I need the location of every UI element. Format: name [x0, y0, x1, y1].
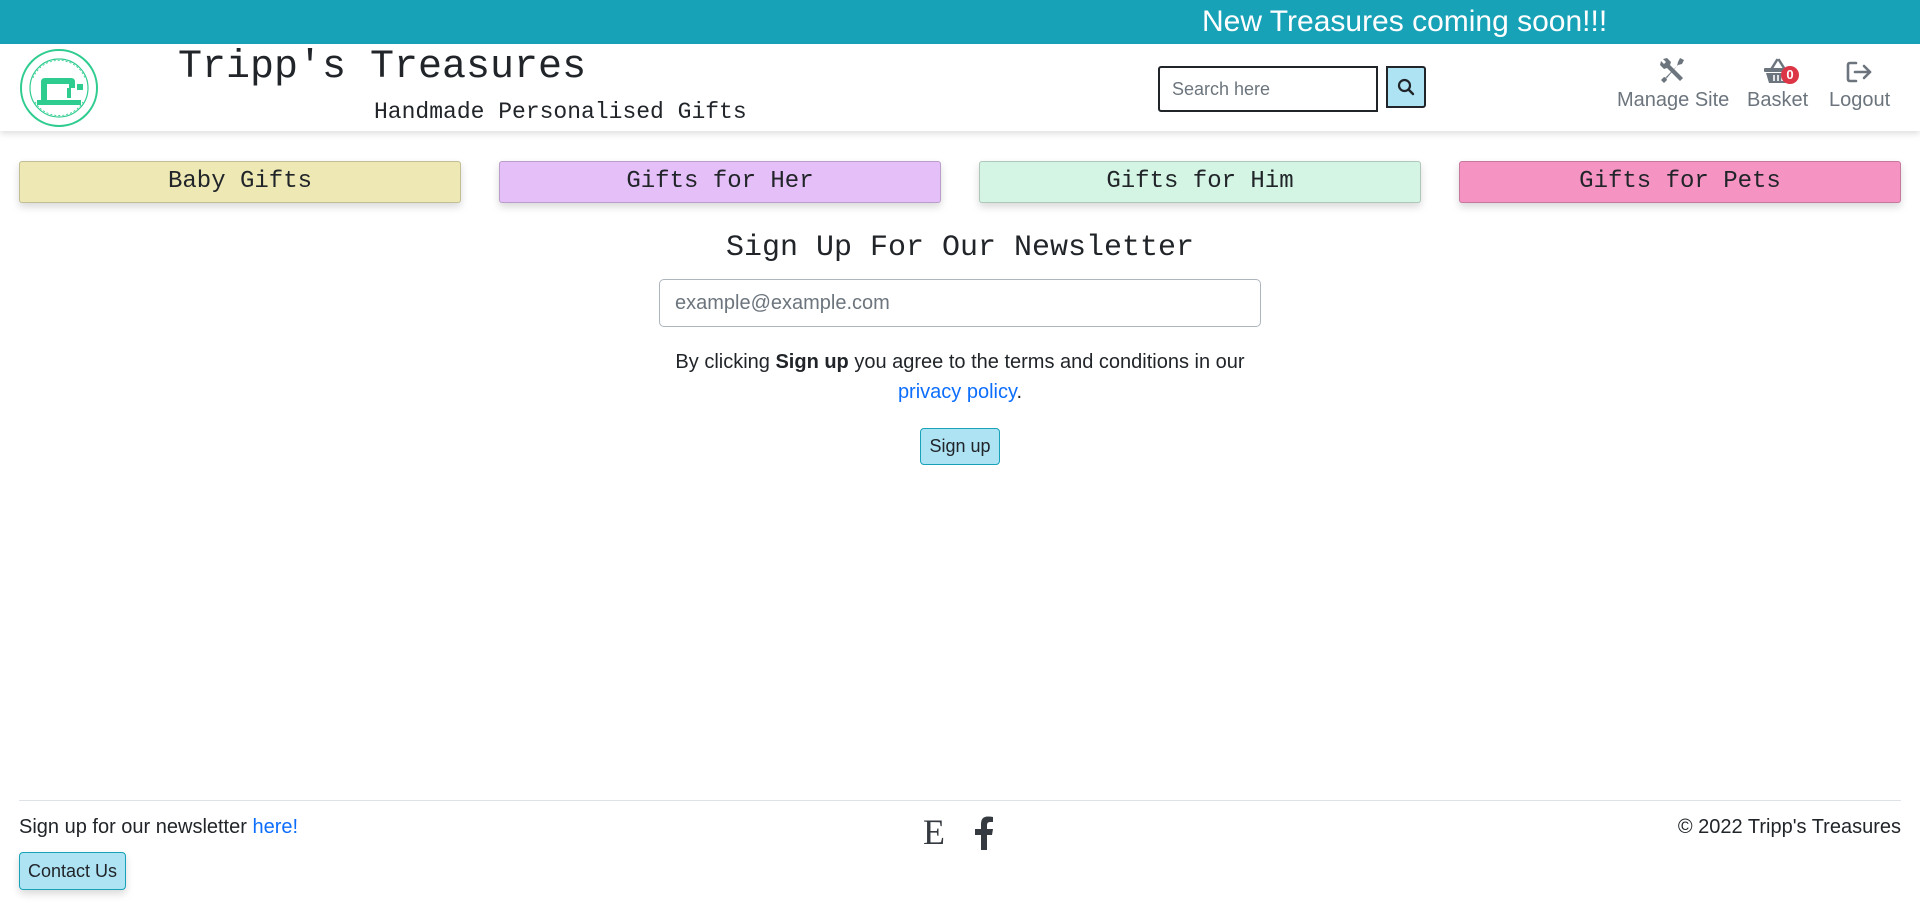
- footer-newsletter-text: Sign up for our newsletter here!: [19, 814, 298, 840]
- terms-prefix: By clicking: [675, 351, 776, 373]
- footer-newsletter-label: Sign up for our newsletter: [19, 816, 253, 838]
- newsletter-terms: By clicking Sign up you agree to the ter…: [0, 347, 1920, 407]
- site-header: Tripp's Treasures Handmade Personalised …: [0, 44, 1920, 131]
- category-baby-gifts[interactable]: Baby Gifts: [19, 161, 461, 203]
- category-gifts-for-him[interactable]: Gifts for Him: [979, 161, 1421, 203]
- sewing-machine-logo-icon: [20, 49, 98, 127]
- site-title[interactable]: Tripp's Treasures: [178, 44, 586, 92]
- category-gifts-for-her[interactable]: Gifts for Her: [499, 161, 941, 203]
- newsletter-email-input[interactable]: [659, 279, 1261, 327]
- nav-basket[interactable]: 0 Basket: [1747, 54, 1808, 112]
- privacy-policy-link[interactable]: privacy policy: [898, 381, 1017, 403]
- basket-count-badge: 0: [1781, 66, 1799, 84]
- tools-icon: [1660, 58, 1685, 83]
- nav-logout-label: Logout: [1829, 89, 1891, 111]
- nav-manage-label: Manage Site: [1617, 89, 1730, 111]
- nav-manage-site[interactable]: Manage Site: [1617, 54, 1729, 112]
- announcement-banner: New Treasures coming soon!!!: [0, 0, 1920, 44]
- logout-icon: [1846, 61, 1871, 83]
- terms-suffix: .: [1016, 381, 1023, 403]
- site-logo[interactable]: [19, 48, 99, 128]
- newsletter-signup-button[interactable]: Sign up: [920, 428, 1000, 465]
- search-button[interactable]: [1386, 66, 1426, 108]
- etsy-icon[interactable]: E: [923, 812, 945, 852]
- banner-text: New Treasures coming soon!!!: [1202, 5, 1608, 38]
- footer-copyright: © 2022 Tripp's Treasures: [1677, 816, 1901, 838]
- nav-basket-label: Basket: [1747, 89, 1809, 111]
- footer-divider: [19, 800, 1901, 801]
- site-tagline: Handmade Personalised Gifts: [374, 99, 747, 125]
- newsletter-title: Sign Up For Our Newsletter: [725, 231, 1195, 265]
- nav-logout[interactable]: Logout: [1829, 54, 1890, 112]
- footer-newsletter-link[interactable]: here!: [252, 816, 298, 838]
- contact-us-button[interactable]: Contact Us: [19, 852, 126, 890]
- category-gifts-for-pets[interactable]: Gifts for Pets: [1459, 161, 1901, 203]
- terms-middle: you agree to the terms and conditions in…: [848, 351, 1245, 373]
- search-input[interactable]: [1158, 66, 1378, 112]
- search-icon: [1397, 78, 1415, 96]
- terms-bold: Sign up: [775, 351, 849, 373]
- facebook-icon[interactable]: [974, 816, 994, 855]
